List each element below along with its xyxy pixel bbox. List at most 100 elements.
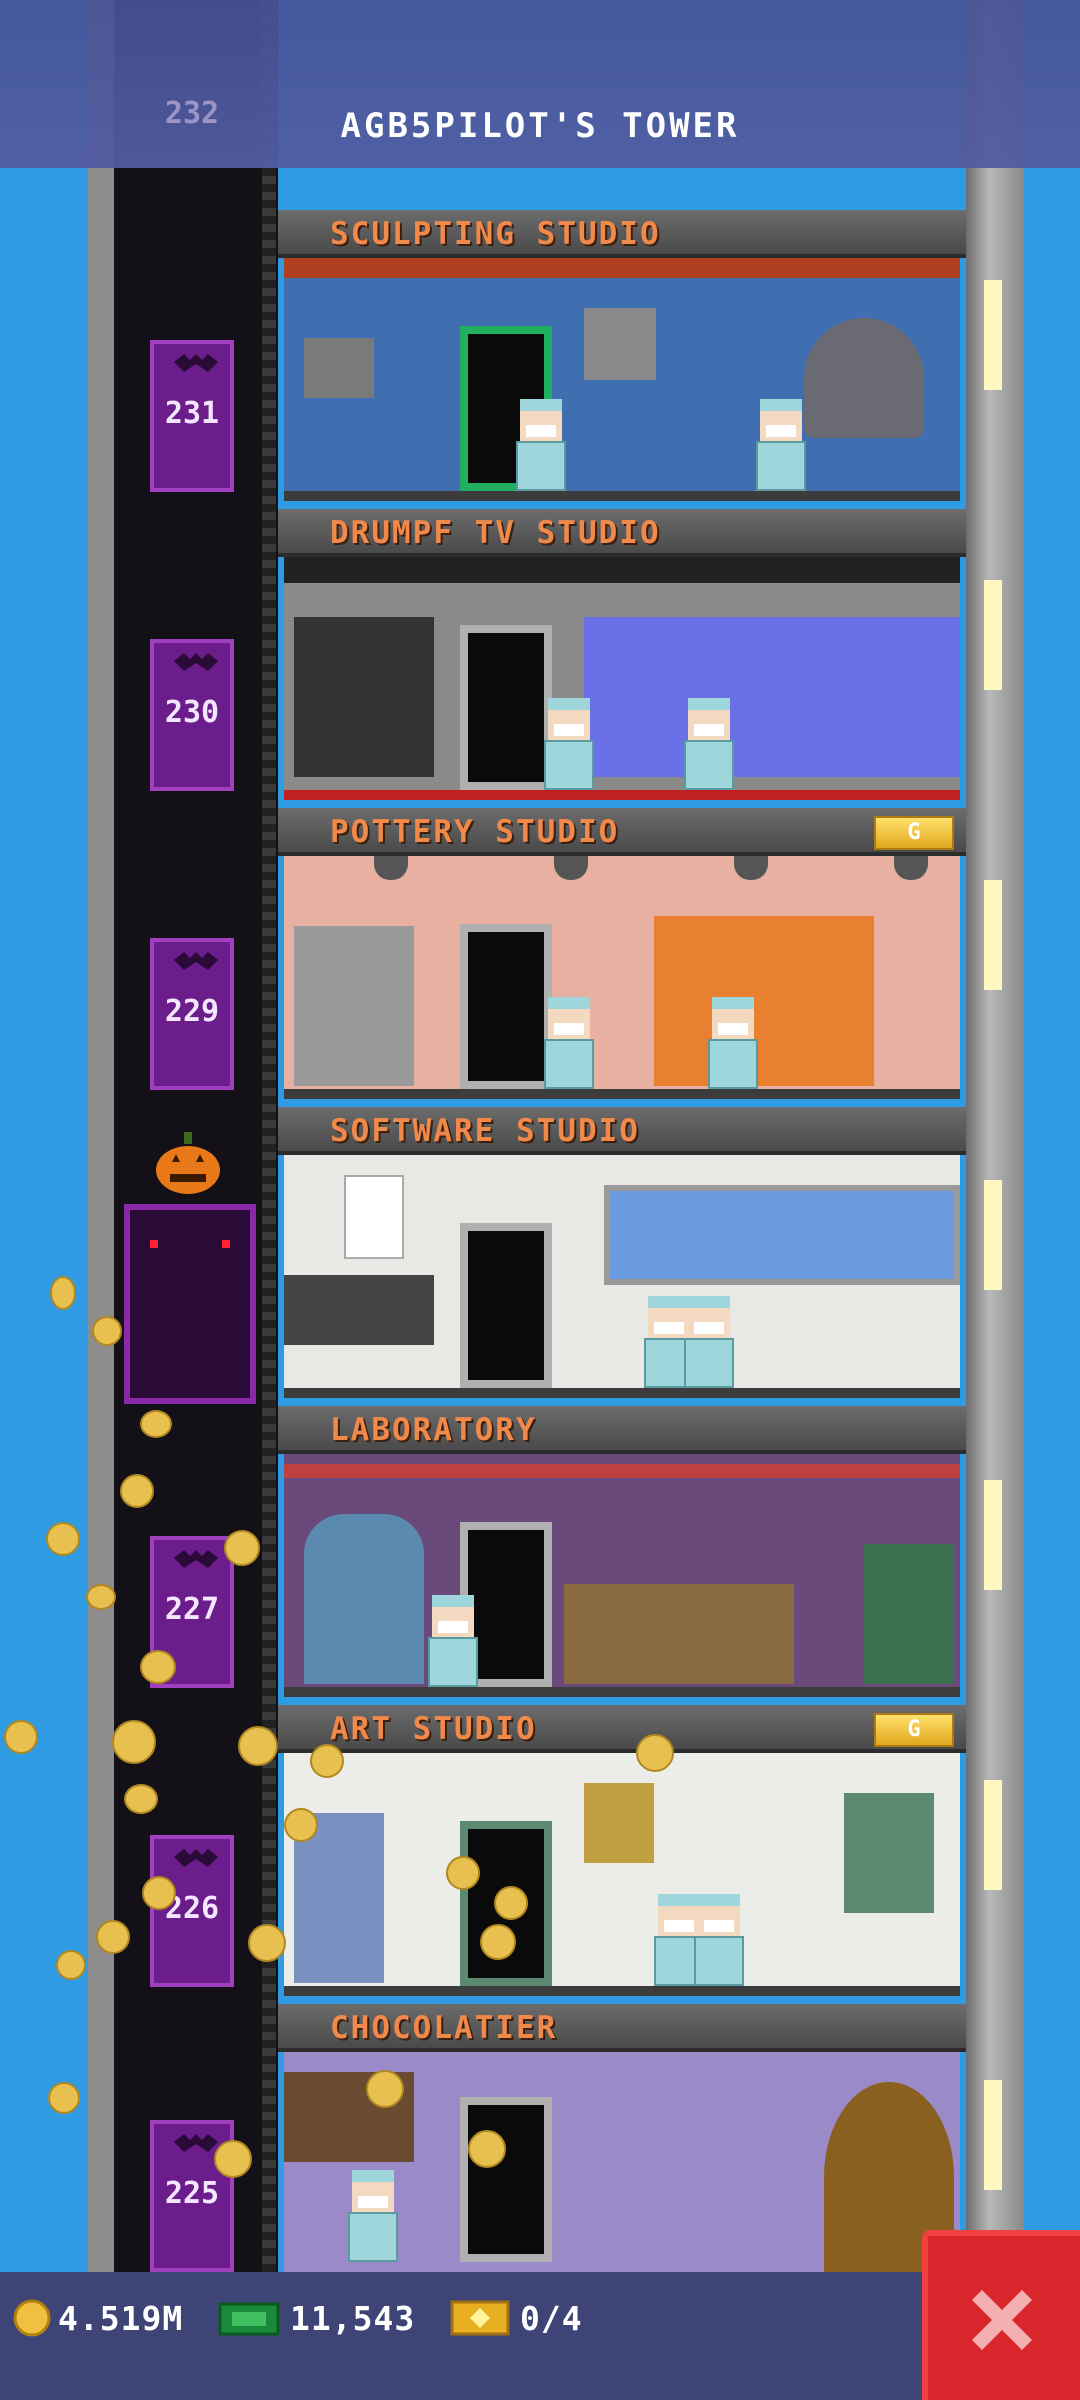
floor-laboratory[interactable]: LABORATORY: [278, 1406, 966, 1705]
coin-particle: [480, 1924, 516, 1960]
floor-name: DRUMPF TV STUDIO: [330, 515, 661, 551]
elevator-floor-tag[interactable]: 226: [150, 1835, 234, 1987]
room-interior: [284, 1753, 960, 1996]
close-button[interactable]: [922, 2230, 1080, 2400]
elevator-floor-number: 231: [164, 396, 220, 431]
coin-particle: [140, 1650, 176, 1684]
close-icon: [972, 2290, 1032, 2350]
bux-counter[interactable]: 11,543: [218, 2296, 415, 2340]
gold-badge: G: [874, 816, 954, 850]
tower-right-wall: [966, 0, 1024, 2272]
coin-particle: [366, 2070, 404, 2108]
elevator-floor-tag[interactable]: 231: [150, 340, 234, 492]
floor-chocolatier[interactable]: CHOCOLATIER: [278, 2004, 966, 2303]
kiln-cabinet: [294, 926, 414, 1086]
coin-particle: [120, 1474, 154, 1508]
window-light: [984, 1480, 1002, 1590]
window-light: [984, 880, 1002, 990]
floor-label-bar: SOFTWARE STUDIO: [278, 1107, 966, 1155]
elevator-floor-tag[interactable]: 229: [150, 938, 234, 1090]
coin-particle: [48, 2082, 80, 2114]
bat-icon: [174, 2134, 218, 2152]
floor-label-bar: POTTERY STUDIO G: [278, 808, 966, 856]
coin-particle: [56, 1950, 86, 1980]
room-interior: [284, 1155, 960, 1398]
computer-desk: [284, 1275, 434, 1345]
floor-label-bar: LABORATORY: [278, 1406, 966, 1454]
door: [460, 2097, 552, 2262]
coin-particle: [140, 1410, 172, 1438]
floor-name: CHOCOLATIER: [330, 2010, 558, 2046]
coin-particle: [446, 1856, 480, 1890]
worker[interactable]: [344, 2170, 402, 2262]
bat-icon: [174, 1550, 218, 1568]
jack-o-lantern-icon: [156, 1132, 220, 1194]
coin-particle: [92, 1316, 122, 1346]
control-desk: [294, 617, 434, 777]
floor-drumpf-tv-studio[interactable]: DRUMPF TV STUDIO: [278, 509, 966, 808]
tickets-counter[interactable]: 0/4: [450, 2296, 583, 2340]
worker[interactable]: [690, 1894, 748, 1986]
worker[interactable]: [540, 698, 598, 790]
floor-art-studio[interactable]: ART STUDIO G: [278, 1705, 966, 2004]
floor-label-bar: DRUMPF TV STUDIO: [278, 509, 966, 557]
large-statue: [804, 318, 924, 438]
coin-particle: [284, 1808, 318, 1842]
window-light: [984, 2080, 1002, 2190]
ceiling-lamp: [554, 856, 588, 880]
bat-icon: [174, 952, 218, 970]
eye-light: [222, 1240, 230, 1248]
elevator-floor-number: 229: [164, 994, 220, 1029]
lab-machine: [304, 1514, 424, 1684]
lab-bench: [564, 1584, 794, 1684]
robot: [864, 1544, 954, 1684]
worker[interactable]: [512, 399, 570, 491]
coin-particle: [494, 1886, 528, 1920]
coin-particle: [46, 1522, 80, 1556]
ceiling-lamp: [734, 856, 768, 880]
elevator-floor-tag[interactable]: 230: [150, 639, 234, 791]
coin-particle: [96, 1920, 130, 1954]
floor-name: SCULPTING STUDIO: [330, 216, 661, 252]
ceiling-rig: [284, 557, 960, 583]
window-frame: [844, 1793, 934, 1913]
coin-particle: [86, 1584, 116, 1610]
blue-screen: [584, 617, 960, 777]
elevator-floor-number: 230: [164, 695, 220, 730]
eye-light: [150, 1240, 158, 1248]
coin-particle: [142, 1876, 176, 1910]
ceiling-lamp: [894, 856, 928, 880]
room-interior: [284, 856, 960, 1099]
floor-label-bar: CHOCOLATIER: [278, 2004, 966, 2052]
ceiling-lamp: [374, 856, 408, 880]
room-interior: [284, 557, 960, 800]
window-light: [984, 1180, 1002, 1290]
floor-sculpting-studio[interactable]: SCULPTING STUDIO: [278, 210, 966, 509]
coins-counter[interactable]: 4.519M: [12, 2296, 183, 2340]
worker[interactable]: [704, 997, 762, 1089]
floor-name: SOFTWARE STUDIO: [330, 1113, 640, 1149]
floor-pottery-studio[interactable]: POTTERY STUDIO G: [278, 808, 966, 1107]
coin-particle: [224, 1530, 260, 1566]
coin-particle: [50, 1276, 76, 1310]
worker[interactable]: [680, 698, 738, 790]
ceiling-beam: [284, 258, 960, 278]
worker[interactable]: [680, 1296, 738, 1388]
framed-painting: [584, 1783, 654, 1863]
worker[interactable]: [424, 1595, 482, 1687]
pottery-shelf: [654, 916, 874, 1086]
bux-icon: [218, 2302, 280, 2336]
coin-particle: [238, 1726, 278, 1766]
room-interior: [284, 258, 960, 501]
window-light: [984, 580, 1002, 690]
golden-ticket-icon: [450, 2300, 510, 2336]
elevator-cab[interactable]: [124, 1204, 256, 1404]
office-window: [604, 1185, 960, 1285]
window-light: [984, 280, 1002, 390]
coin-particle: [214, 2140, 252, 2178]
floor-software-studio[interactable]: SOFTWARE STUDIO: [278, 1107, 966, 1406]
worker[interactable]: [540, 997, 598, 1089]
sculpture-head: [304, 338, 374, 398]
gold-badge: G: [874, 1713, 954, 1747]
worker[interactable]: [752, 399, 810, 491]
